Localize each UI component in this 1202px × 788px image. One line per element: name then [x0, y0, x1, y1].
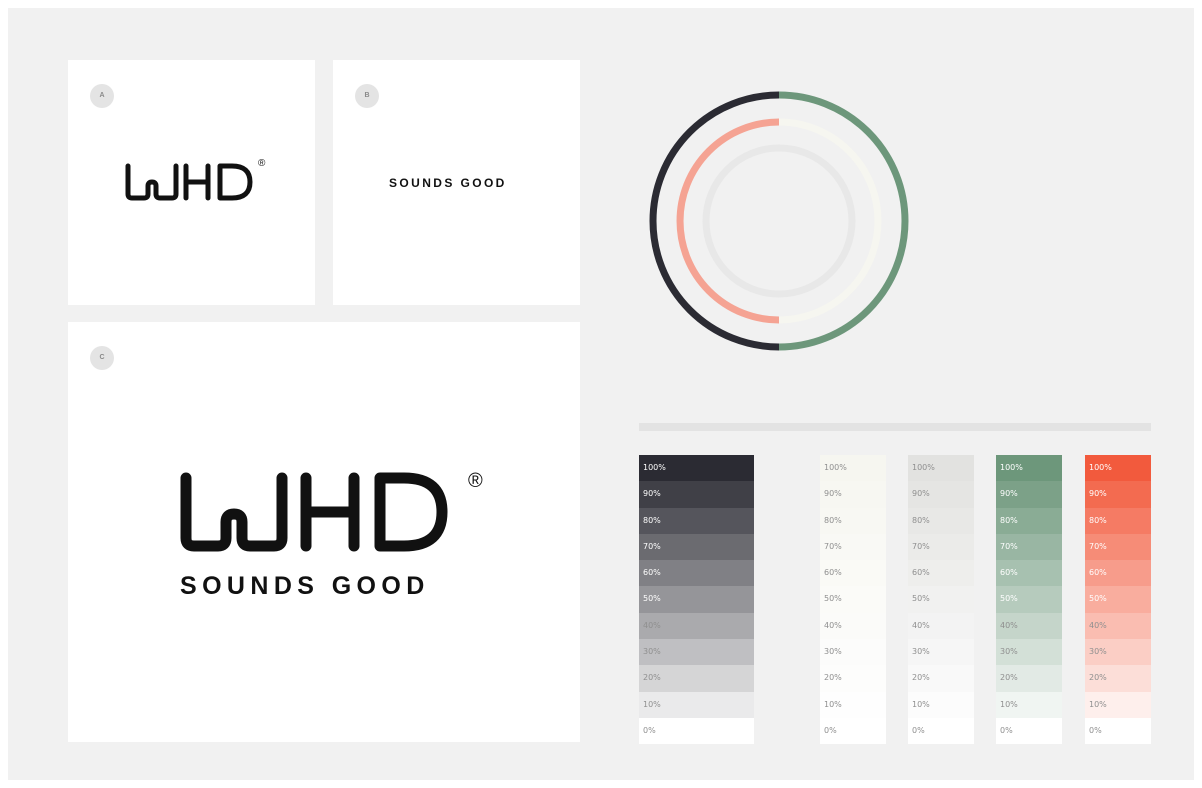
swatch-green-60: 60% — [996, 560, 1062, 587]
swatch-green-100: 100% — [996, 455, 1062, 482]
swatch-green-90: 90% — [996, 481, 1062, 508]
tagline-card-b: B SOUNDS GOOD — [333, 60, 580, 305]
swatch-dark-20: 20% — [639, 665, 754, 692]
card-badge-b: B — [355, 84, 379, 108]
card-badge-c: C — [90, 346, 114, 370]
swatch-dark-30: 30% — [639, 639, 754, 666]
swatch-coral-100: 100% — [1085, 455, 1151, 482]
swatch-gray-100: 100% — [908, 455, 974, 482]
swatch-gray-0: 0% — [908, 717, 974, 745]
swatch-cream-30: 30% — [820, 639, 886, 666]
whd-logo-small — [125, 163, 253, 201]
swatch-coral-0: 0% — [1085, 717, 1151, 745]
swatch-green-50: 50% — [996, 586, 1062, 613]
swatch-cream-80: 80% — [820, 507, 886, 534]
swatch-cream-70: 70% — [820, 533, 886, 561]
swatch-coral-80: 80% — [1085, 507, 1151, 534]
swatch-dark-10: 10% — [639, 691, 754, 718]
swatch-cream-50: 50% — [820, 586, 886, 613]
swatch-dark-70: 70% — [639, 533, 754, 561]
logo-card-a: A ® — [68, 60, 315, 305]
swatch-gray-10: 10% — [908, 691, 974, 718]
swatch-coral-20: 20% — [1085, 665, 1151, 692]
swatch-green-0: 0% — [996, 717, 1062, 745]
whd-logo-large — [180, 472, 448, 552]
swatch-gray-90: 90% — [908, 481, 974, 508]
swatch-coral-60: 60% — [1085, 560, 1151, 587]
swatch-green-80: 80% — [996, 507, 1062, 534]
swatch-green-10: 10% — [996, 691, 1062, 718]
swatch-cream-100: 100% — [820, 455, 886, 482]
swatch-gray-60: 60% — [908, 560, 974, 587]
card-badge-a: A — [90, 84, 114, 108]
palette-header-bar — [639, 423, 1151, 431]
swatch-dark-90: 90% — [639, 481, 754, 508]
swatch-green-20: 20% — [996, 665, 1062, 692]
tagline-large: SOUNDS GOOD — [180, 572, 430, 600]
swatch-gray-70: 70% — [908, 533, 974, 561]
swatch-green-30: 30% — [996, 639, 1062, 666]
swatch-dark-80: 80% — [639, 507, 754, 534]
lockup-card-c: C ® SOUNDS GOOD — [68, 322, 580, 742]
swatch-dark-40: 40% — [639, 612, 754, 640]
swatch-dark-60: 60% — [639, 560, 754, 587]
registered-mark-large: ® — [468, 470, 483, 492]
swatch-green-40: 40% — [996, 612, 1062, 640]
palette-column-gray: 100% 90% 80% 70% 60% 50% 40% 30% 20% 10% 0% — [908, 455, 974, 745]
palette-column-dark: 100% 90% 80% 70% 60% 50% 40% 30% 20% 10% 0% — [639, 455, 754, 745]
swatch-coral-40: 40% — [1085, 612, 1151, 640]
swatch-gray-40: 40% — [908, 612, 974, 640]
swatch-green-70: 70% — [996, 533, 1062, 561]
swatch-coral-10: 10% — [1085, 691, 1151, 718]
swatch-cream-40: 40% — [820, 612, 886, 640]
swatch-cream-10: 10% — [820, 691, 886, 718]
swatch-cream-90: 90% — [820, 481, 886, 508]
swatch-gray-30: 30% — [908, 639, 974, 666]
palette-column-cream: 100% 90% 80% 70% 60% 50% 40% 30% 20% 10% 0% — [820, 455, 886, 745]
swatch-coral-90: 90% — [1085, 481, 1151, 508]
swatch-cream-0: 0% — [820, 717, 886, 745]
swatch-dark-0: 0% — [639, 717, 754, 745]
swatch-gray-80: 80% — [908, 507, 974, 534]
swatch-gray-20: 20% — [908, 665, 974, 692]
swatch-cream-60: 60% — [820, 560, 886, 587]
swatch-coral-70: 70% — [1085, 533, 1151, 561]
swatch-dark-100: 100% — [639, 455, 754, 482]
palette-column-green: 100% 90% 80% 70% 60% 50% 40% 30% 20% 10% 0% — [996, 455, 1062, 745]
swatch-gray-50: 50% — [908, 586, 974, 613]
swatch-coral-30: 30% — [1085, 639, 1151, 666]
tagline-small: SOUNDS GOOD — [389, 176, 507, 190]
ring-graphic — [649, 91, 909, 351]
swatch-cream-20: 20% — [820, 665, 886, 692]
swatch-dark-50: 50% — [639, 586, 754, 613]
registered-mark: ® — [258, 158, 266, 169]
palette-column-coral: 100% 90% 80% 70% 60% 50% 40% 30% 20% 10% 0% — [1085, 455, 1151, 745]
swatch-coral-50: 50% — [1085, 586, 1151, 613]
brand-board: A ® B SOUNDS GOOD C ® SOUNDS GOOD 100% 90… — [8, 8, 1194, 780]
